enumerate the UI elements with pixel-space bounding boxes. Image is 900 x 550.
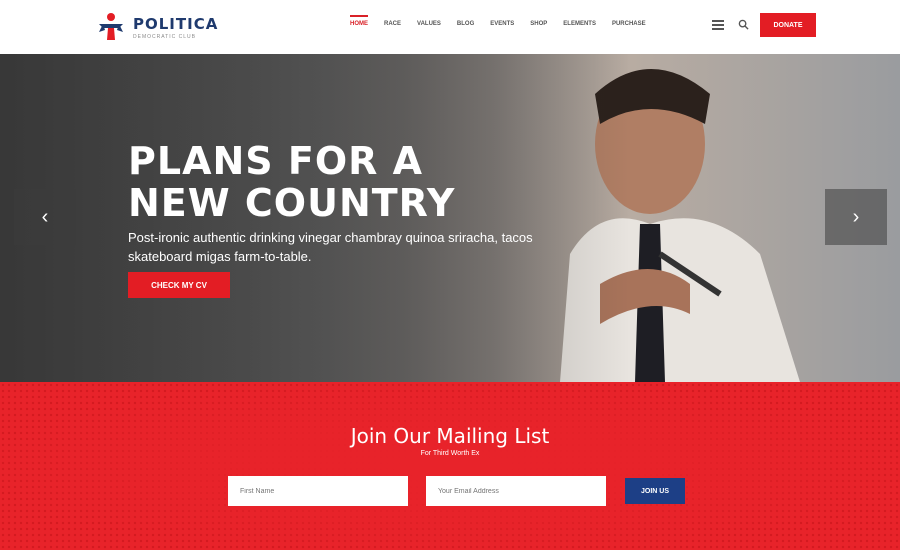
nav-events[interactable]: EVENTS xyxy=(490,21,514,27)
hero-slider: PLANS FOR A NEW COUNTRY Post-ironic auth… xyxy=(0,54,900,382)
logo-emblem-icon xyxy=(99,13,123,40)
email-input[interactable] xyxy=(426,476,606,506)
site-header: POLITICA DEMOCRATIC CLUB HOME RACE VALUE… xyxy=(0,0,900,54)
nav-race[interactable]: RACE xyxy=(384,21,401,27)
first-name-input[interactable] xyxy=(228,476,408,506)
donate-button[interactable]: DONATE xyxy=(760,13,816,37)
hero-title: PLANS FOR A NEW COUNTRY xyxy=(128,140,455,224)
mailing-list-section: Join Our Mailing List For Third Worth Ex… xyxy=(0,382,900,550)
mailing-title: Join Our Mailing List xyxy=(350,424,550,448)
nav-home[interactable]: HOME xyxy=(350,15,368,27)
chevron-right-icon: › xyxy=(852,205,860,228)
hero-title-line1: PLANS FOR A xyxy=(128,139,424,183)
nav-shop[interactable]: SHOP xyxy=(530,21,547,27)
main-nav: HOME RACE VALUES BLOG EVENTS SHOP ELEMEN… xyxy=(350,15,662,27)
search-icon[interactable] xyxy=(738,19,749,30)
nav-elements[interactable]: ELEMENTS xyxy=(563,21,596,27)
menu-icon[interactable] xyxy=(712,20,724,30)
hero-subtitle: Post-ironic authentic drinking vinegar c… xyxy=(128,230,533,264)
hero-title-line2: NEW COUNTRY xyxy=(128,181,456,225)
dot-pattern-fade xyxy=(0,382,900,550)
join-button[interactable]: JOIN US xyxy=(625,478,685,504)
logo-name: POLITICA xyxy=(133,15,219,33)
logo-tagline: DEMOCRATIC CLUB xyxy=(133,34,196,40)
chevron-left-icon: ‹ xyxy=(41,205,49,228)
mailing-subtitle: For Third Worth Ex xyxy=(420,450,480,457)
nav-blog[interactable]: BLOG xyxy=(457,21,474,27)
nav-purchase[interactable]: PURCHASE xyxy=(612,21,646,27)
slider-next-button[interactable]: › xyxy=(825,189,887,245)
nav-values[interactable]: VALUES xyxy=(417,21,441,27)
site-logo[interactable]: POLITICA DEMOCRATIC CLUB xyxy=(95,10,235,44)
slider-prev-button[interactable]: ‹ xyxy=(14,189,76,245)
hero-cta-button[interactable]: CHECK MY CV xyxy=(128,272,230,298)
